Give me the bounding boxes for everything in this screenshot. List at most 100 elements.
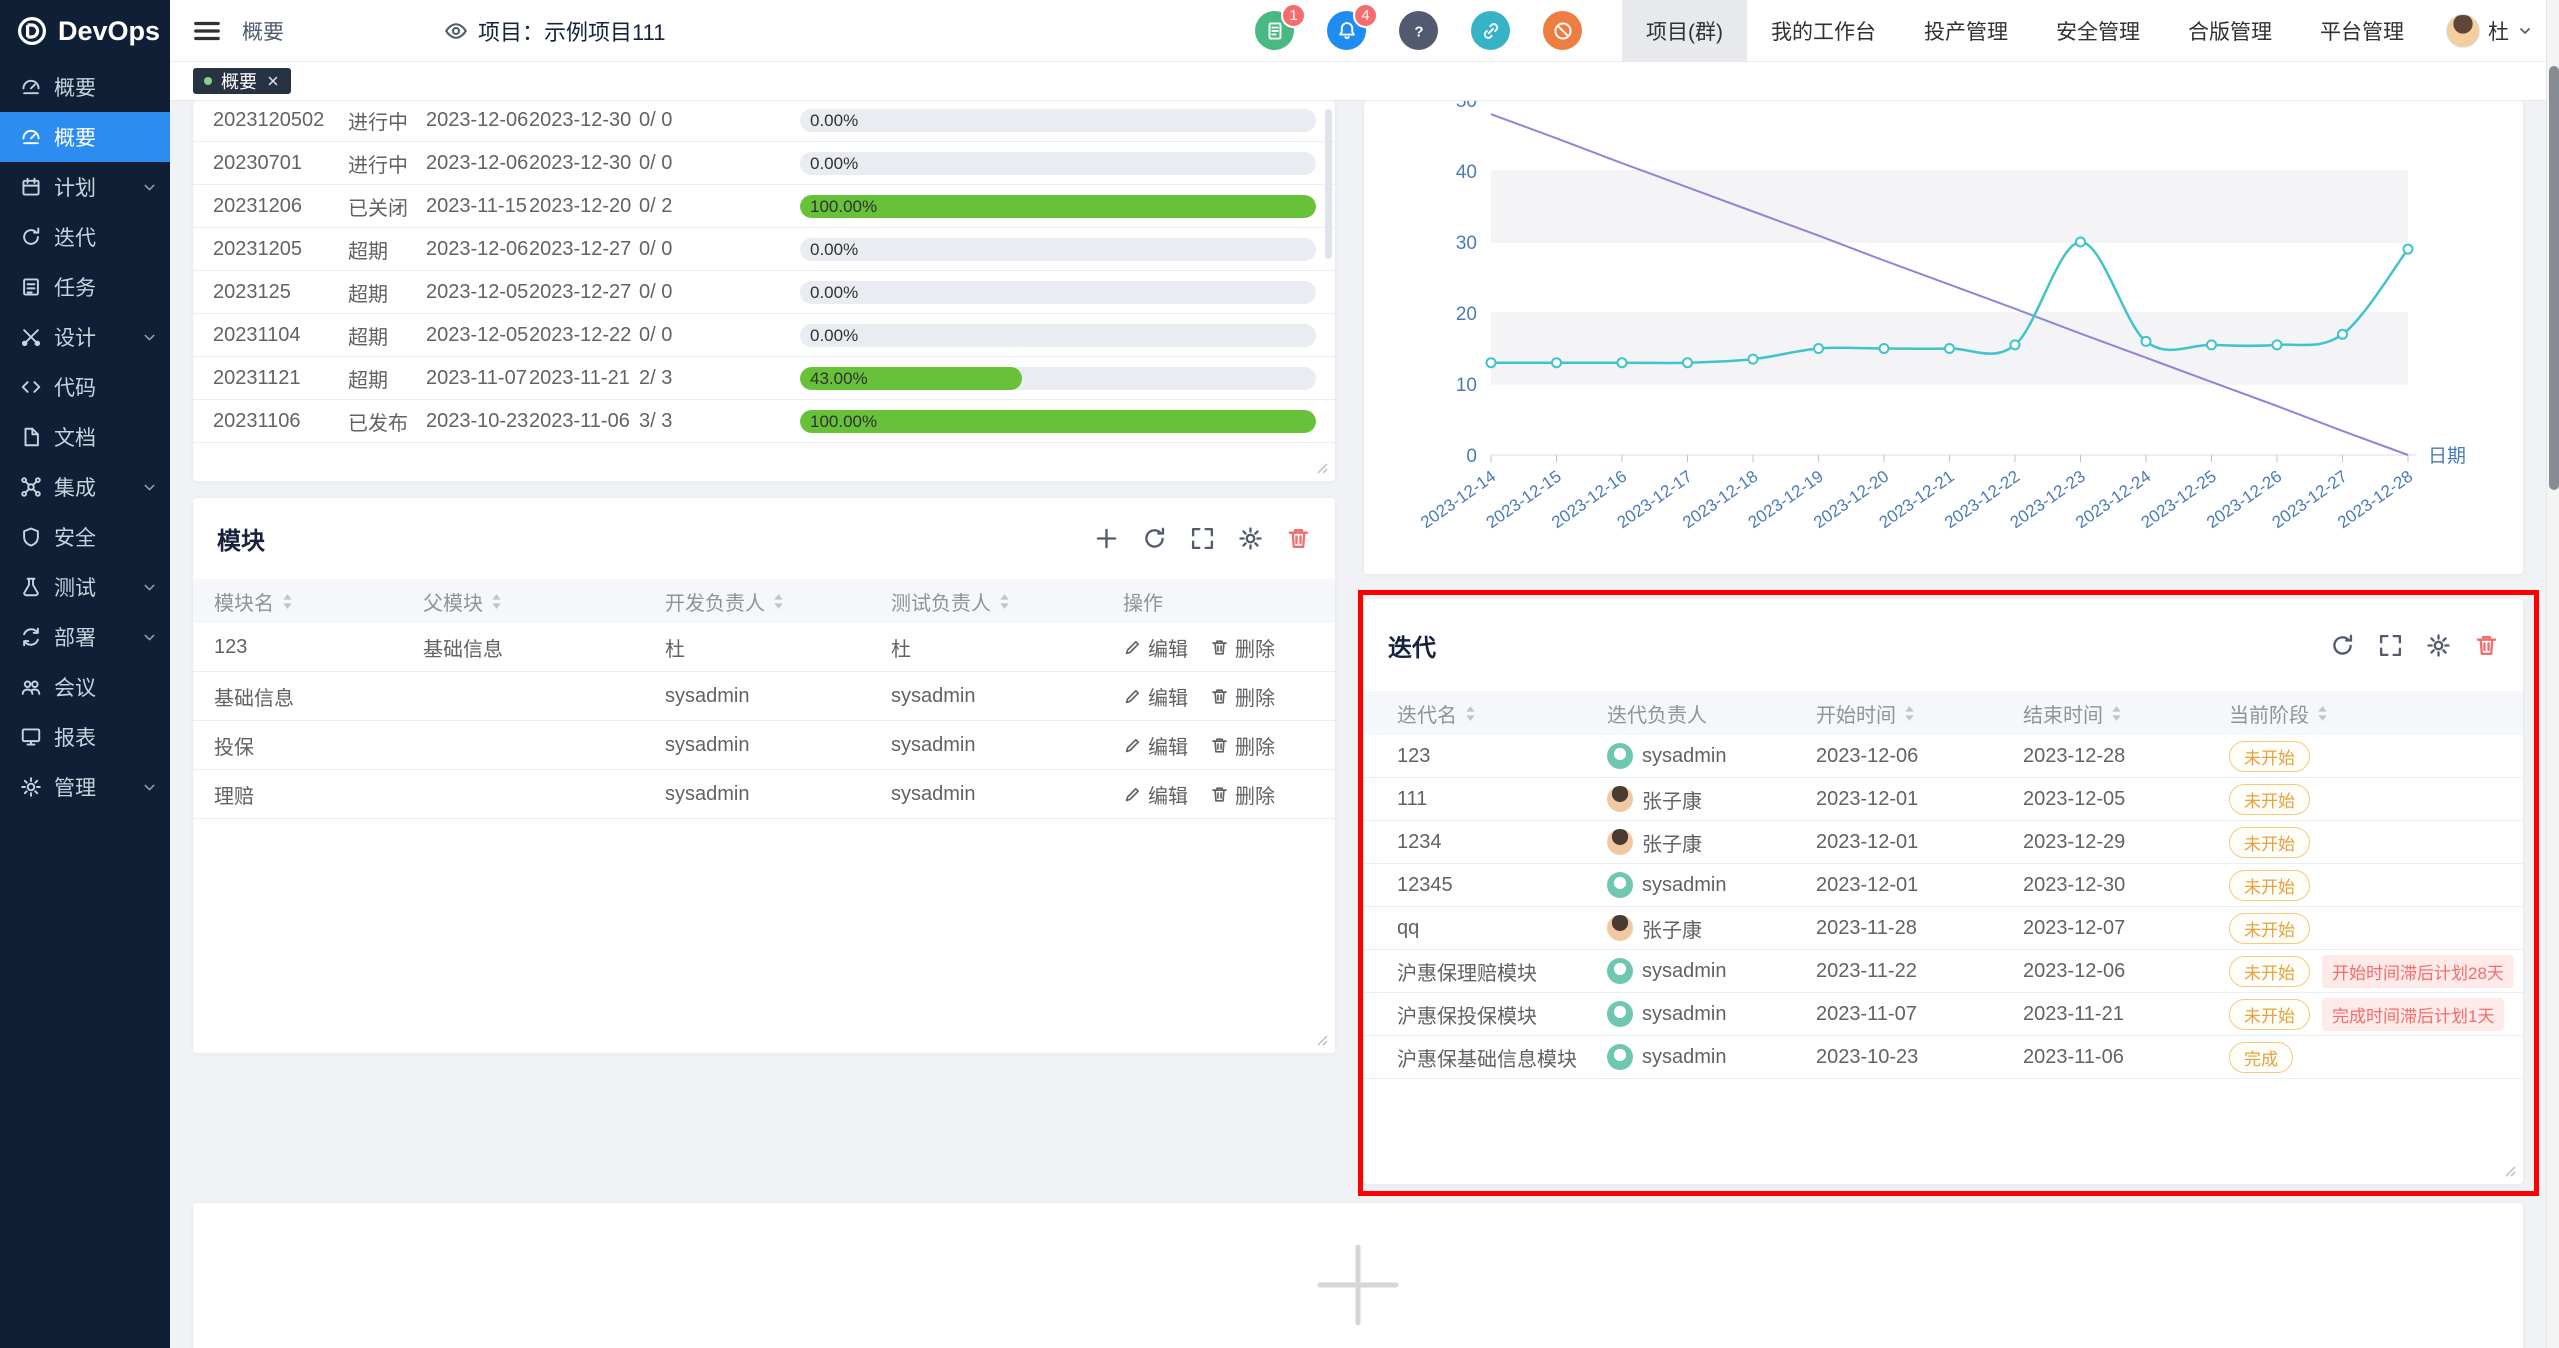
plan-status: 超期 — [348, 235, 426, 264]
topbar-help-button[interactable]: ? — [1399, 11, 1438, 50]
sidebar-item-9-security[interactable]: 安全 — [0, 512, 170, 562]
topnav-tab-4[interactable]: 合版管理 — [2164, 0, 2296, 62]
iteration-table-row-2: 1234张子康2023-12-012023-12-29未开始 — [1364, 821, 2523, 864]
column-header-3[interactable]: 结束时间 — [2023, 699, 2229, 728]
tab-label: 投产管理 — [1924, 16, 2008, 46]
edit-button[interactable]: 编辑 — [1123, 731, 1188, 760]
sidebar-item-3-iteration[interactable]: 迭代 — [0, 212, 170, 262]
iteration-table-body: 123sysadmin2023-12-062023-12-28未开始111张子康… — [1364, 735, 2523, 1079]
sidebar-item-1-dashboard[interactable]: 概要 — [0, 112, 170, 162]
plan-id: 20231121 — [213, 367, 348, 390]
iteration-end-date: 2023-12-28 — [2023, 745, 2229, 768]
sidebar-item-14-manage[interactable]: 管理 — [0, 762, 170, 812]
topnav-tab-0[interactable]: 项目(群) — [1622, 0, 1747, 62]
svg-text:40: 40 — [1456, 162, 1477, 183]
topbar-links-button[interactable] — [1471, 11, 1510, 50]
plan-progress-cell: 0.00% — [800, 324, 1335, 347]
plan-progress-cell: 0.00% — [800, 109, 1335, 132]
sidebar-item-2-plan[interactable]: 计划 — [0, 162, 170, 212]
iteration-stage-cell: 未开始 — [2229, 870, 2523, 901]
iteration-start-date: 2023-11-07 — [1816, 1003, 2023, 1026]
topnav-tab-5[interactable]: 平台管理 — [2296, 0, 2428, 62]
scrollbar-thumb[interactable] — [2549, 66, 2559, 490]
edit-button[interactable]: 编辑 — [1123, 633, 1188, 662]
topbar-notifications-button[interactable]: 4 — [1327, 11, 1366, 50]
refresh-icon[interactable] — [2330, 633, 2355, 658]
resize-handle-icon[interactable] — [2500, 1161, 2518, 1179]
plan-ratio: 0/ 0 — [639, 109, 800, 132]
page-tag-overview[interactable]: 概要 — [193, 68, 291, 94]
column-header-0[interactable]: 迭代名 — [1397, 699, 1607, 728]
owner-name: sysadmin — [1642, 1046, 1726, 1069]
trash-icon[interactable] — [2474, 633, 2499, 658]
column-header-0[interactable]: 模块名 — [214, 587, 423, 616]
sidebar-item-10-test[interactable]: 测试 — [0, 562, 170, 612]
edit-button[interactable]: 编辑 — [1123, 780, 1188, 809]
module-table-row-0: 123基础信息杜杜编辑删除 — [193, 623, 1335, 672]
sidebar-item-13-report[interactable]: 报表 — [0, 712, 170, 762]
resize-handle-icon[interactable] — [1312, 1030, 1330, 1048]
sidebar-item-0-dashboard[interactable]: 概要 — [0, 62, 170, 112]
plan-end-date: 2023-12-20 — [529, 195, 639, 218]
gear-icon[interactable] — [2426, 633, 2451, 658]
integration-icon — [20, 476, 42, 498]
progress-bar: 0.00% — [800, 109, 1316, 132]
module-dev-owner: sysadmin — [665, 685, 891, 708]
topbar-blocked-button[interactable] — [1543, 11, 1582, 50]
column-header-1[interactable]: 父模块 — [423, 587, 665, 616]
sort-icon — [1903, 704, 1916, 723]
module-test-owner: 杜 — [891, 633, 1123, 662]
refresh-icon[interactable] — [1142, 526, 1167, 551]
stage-badge: 未开始 — [2229, 956, 2310, 987]
edit-button[interactable]: 编辑 — [1123, 682, 1188, 711]
sidebar-item-4-task[interactable]: 任务 — [0, 262, 170, 312]
topnav-tab-2[interactable]: 投产管理 — [1900, 0, 2032, 62]
plan-table-body: 2023120502进行中2023-12-062023-12-300/ 00.0… — [193, 101, 1335, 443]
iteration-end-date: 2023-11-06 — [2023, 1046, 2229, 1069]
hamburger-menu-icon[interactable] — [192, 16, 222, 46]
topnav-tabs: 项目(群) 我的工作台投产管理安全管理合版管理平台管理 — [1622, 0, 2428, 62]
delete-button[interactable]: 删除 — [1210, 780, 1275, 809]
column-header-4[interactable]: 当前阶段 — [2229, 699, 2523, 728]
topnav-tab-3[interactable]: 安全管理 — [2032, 0, 2164, 62]
sidebar-item-5-design[interactable]: 设计 — [0, 312, 170, 362]
fullscreen-icon[interactable] — [1190, 526, 1215, 551]
sidebar-item-6-code[interactable]: 代码 — [0, 362, 170, 412]
delete-button[interactable]: 删除 — [1210, 682, 1275, 711]
user-menu[interactable]: 杜 — [2446, 14, 2533, 48]
iteration-table-row-6: 沪惠保投保模块sysadmin2023-11-072023-11-21未开始完成… — [1364, 993, 2523, 1036]
column-header-3[interactable]: 测试负责人 — [891, 587, 1123, 616]
gear-icon[interactable] — [1238, 526, 1263, 551]
column-header-2[interactable]: 开始时间 — [1816, 699, 2023, 728]
trash-icon[interactable] — [1286, 526, 1311, 551]
resize-handle-icon[interactable] — [1312, 458, 1330, 476]
fullscreen-icon[interactable] — [2378, 633, 2403, 658]
sidebar-item-12-meeting[interactable]: 会议 — [0, 662, 170, 712]
delete-button[interactable]: 删除 — [1210, 731, 1275, 760]
chevron-down-icon — [141, 779, 158, 796]
iteration-end-date: 2023-12-06 — [2023, 960, 2229, 983]
eye-icon[interactable] — [444, 19, 468, 43]
app-logo[interactable]: DevOps — [0, 0, 170, 62]
page-tag-label: 概要 — [221, 68, 257, 94]
add-icon[interactable] — [1094, 526, 1119, 551]
iteration-start-date: 2023-11-22 — [1816, 960, 2023, 983]
topnav-tab-1[interactable]: 我的工作台 — [1747, 0, 1900, 62]
sidebar-item-11-deploy[interactable]: 部署 — [0, 612, 170, 662]
plan-table-row-6: 20231121超期2023-11-072023-11-212/ 343.00% — [193, 357, 1335, 400]
tab-label: 项目(群) — [1646, 16, 1723, 46]
topbar-tasks-button[interactable]: 1 — [1255, 11, 1294, 50]
sidebar-item-8-integration[interactable]: 集成 — [0, 462, 170, 512]
panel-scrollbar[interactable] — [1325, 109, 1332, 259]
close-icon[interactable] — [266, 74, 280, 88]
iteration-start-date: 2023-12-01 — [1816, 831, 2023, 854]
edit-label: 编辑 — [1148, 731, 1188, 760]
add-widget-button[interactable] — [1312, 1239, 1404, 1331]
sidebar-item-7-doc[interactable]: 文档 — [0, 412, 170, 462]
delete-label: 删除 — [1235, 633, 1275, 662]
delete-button[interactable]: 删除 — [1210, 633, 1275, 662]
column-header-2[interactable]: 开发负责人 — [665, 587, 891, 616]
module-parent: 基础信息 — [423, 633, 665, 662]
iteration-start-date: 2023-11-28 — [1816, 917, 2023, 940]
plan-start-date: 2023-12-06 — [426, 152, 529, 175]
